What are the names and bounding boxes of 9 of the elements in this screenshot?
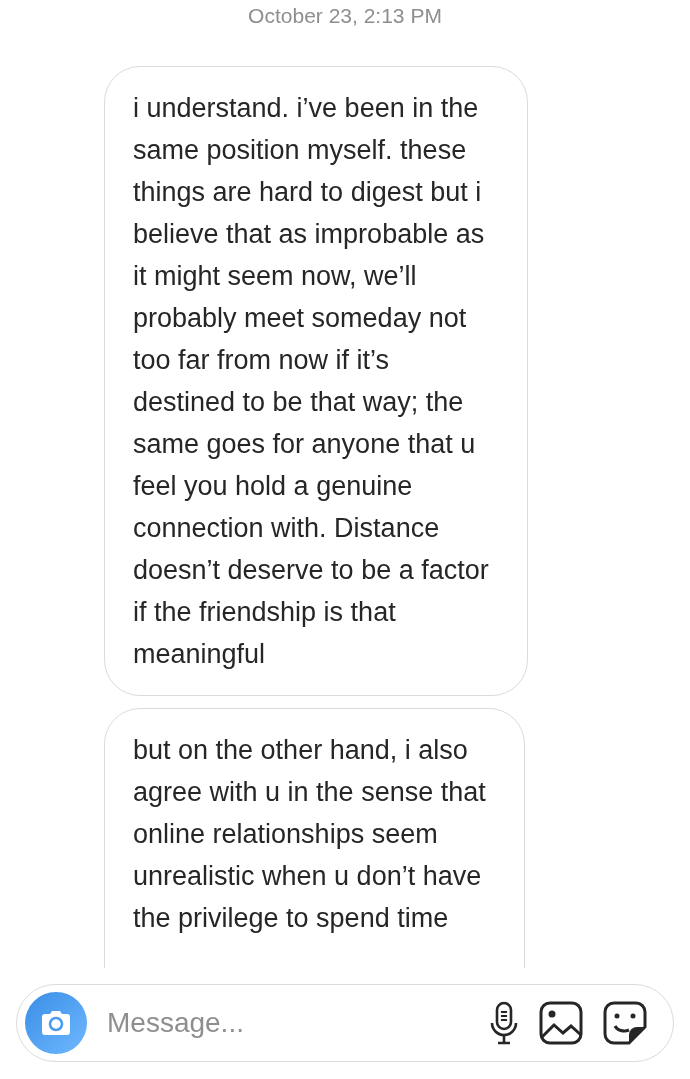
timestamp: October 23, 2:13 PM [248,3,442,29]
message-text: but on the other hand, i also agree with u in the sense that online relationships seem unrealistic when u don’t have the privilege to spend time [133,734,486,935]
message-text: i understand. i’ve been in the same position myself. these things are hard to digest but i believe that as improbable as it might seem now, we’ll probably meet someday not too far from now if it’s destined to be that way; the same goes for anyone that u feel you hold a genuine connection with. Distance doesn’t deserve to be a factor if the friendship is that meaningful [133,92,489,671]
microphone-icon[interactable] [489,1001,519,1045]
image-icon[interactable] [539,1001,583,1045]
camera-button[interactable] [25,992,87,1054]
camera-icon [41,1010,71,1036]
message-field[interactable]: Message... [107,1007,469,1039]
sticker-icon[interactable] [603,1001,647,1045]
